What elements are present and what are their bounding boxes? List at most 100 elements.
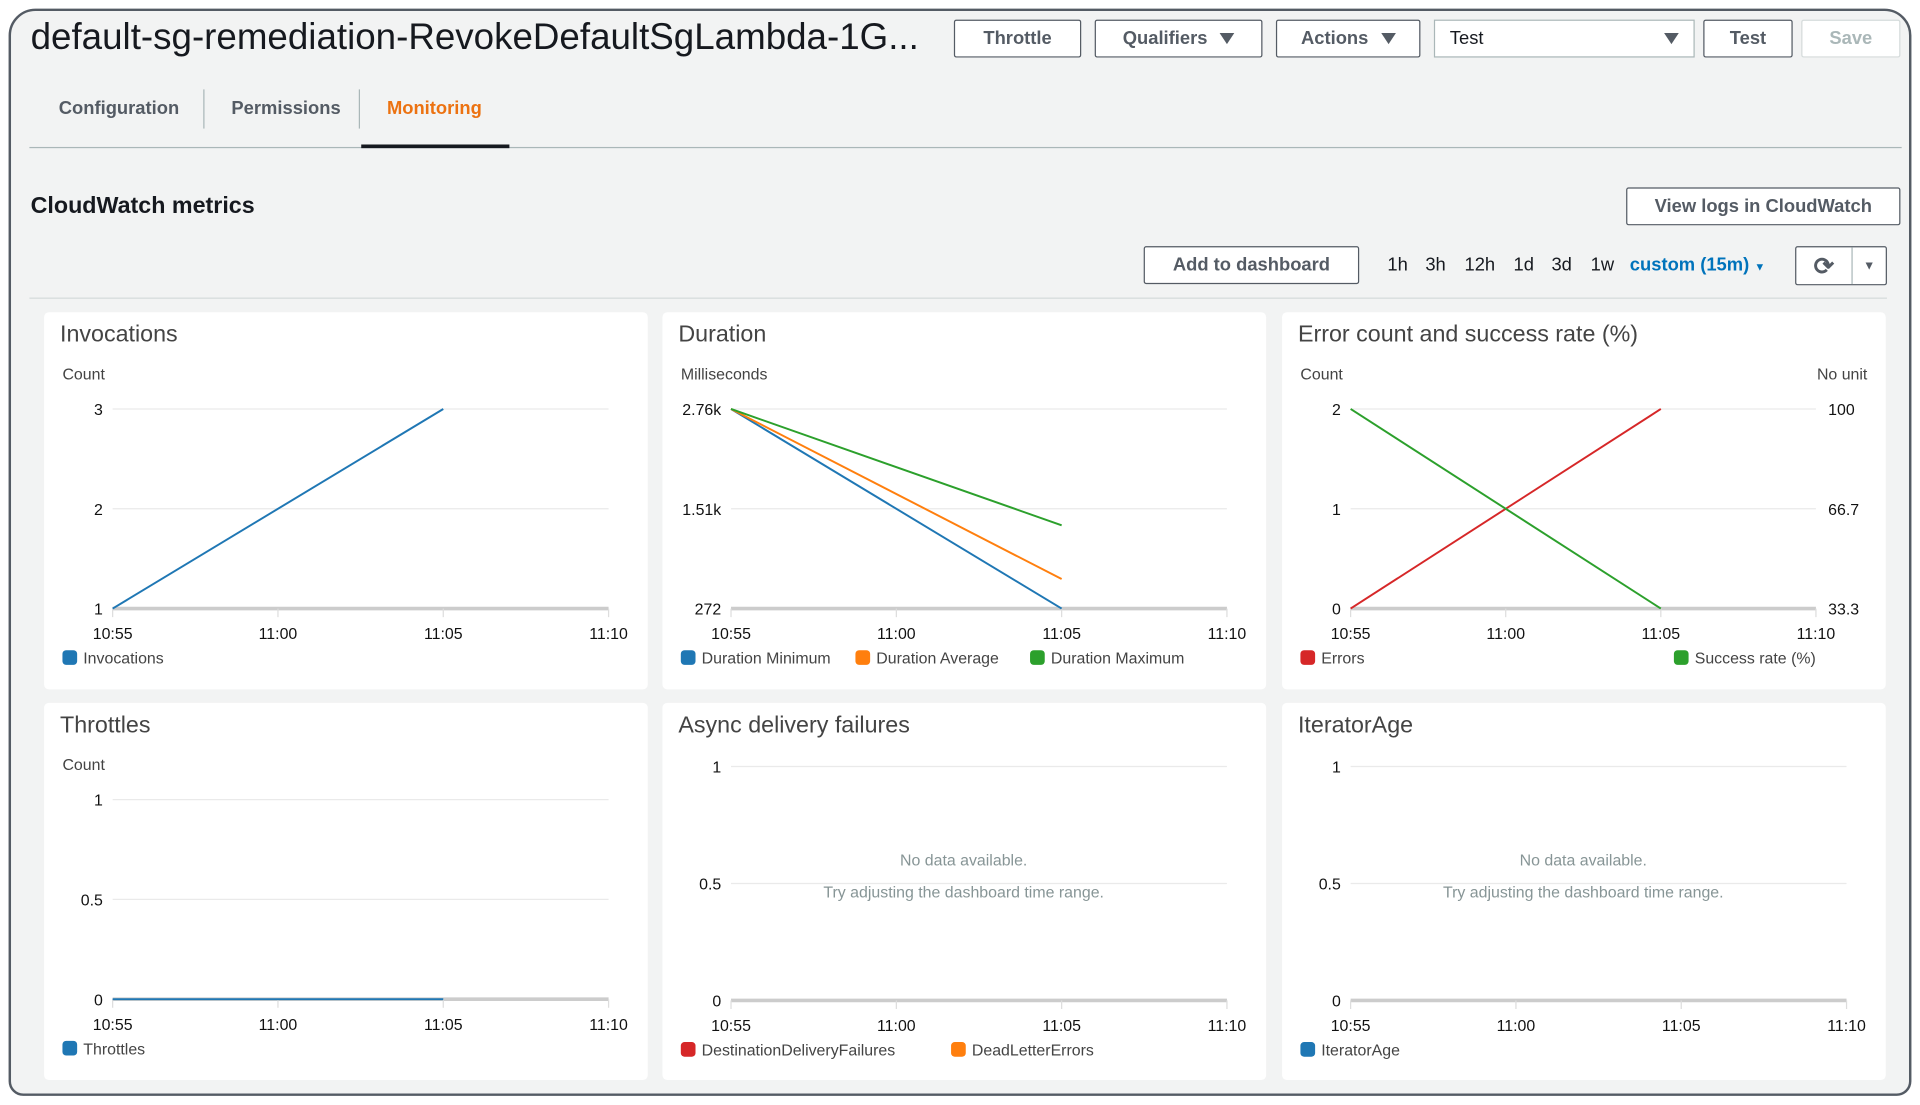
refresh-button[interactable]: ⟳ [1796,247,1853,285]
y-tick-label-right: 33.3 [1828,602,1859,619]
tab-monitoring[interactable]: Monitoring [387,98,482,119]
actions-label: Actions [1301,28,1369,49]
test-button[interactable]: Test [1703,19,1793,58]
legend-swatch [62,650,78,665]
x-tick-label: 10:55 [711,1018,751,1035]
y-tick-label: 0.5 [1319,877,1341,894]
legend-swatch [62,1040,78,1056]
view-logs-label: View logs in CloudWatch [1654,195,1872,217]
legend-item[interactable]: IteratorAge [1300,1042,1400,1060]
legend-swatch [951,1042,966,1057]
x-tick-label: 11:05 [1642,626,1681,643]
legend-swatch [680,650,696,665]
view-logs-button[interactable]: View logs in CloudWatch [1626,187,1901,226]
legend-label: Duration Minimum [702,651,831,668]
x-tick-label: 11:05 [1042,626,1081,643]
y-tick-label: 1 [94,793,103,810]
refresh-icon: ⟳ [1813,252,1835,280]
save-label: Save [1829,28,1873,49]
legend-label: Duration Average [876,651,999,668]
legend-swatch [1673,650,1689,665]
x-tick-label: 11:00 [877,626,916,643]
legend-label: Errors [1321,651,1364,668]
range-custom[interactable]: custom (15m) ▼ [1630,255,1765,276]
legend-label: Invocations [83,651,164,668]
legend-swatch [1300,1042,1316,1057]
x-tick-label: 11:10 [1208,1018,1247,1035]
range-3d[interactable]: 3d [1551,255,1571,276]
legend-label: Duration Maximum [1051,651,1184,668]
refresh-options-dropdown[interactable]: ▼ [1853,247,1886,284]
y-axis-label: Count [1300,367,1343,384]
range-3h[interactable]: 3h [1425,255,1445,276]
tab-configuration[interactable]: Configuration [59,98,179,119]
actions-dropdown[interactable]: Actions [1275,19,1421,58]
x-tick-label: 11:10 [589,626,628,643]
add-to-dashboard-button[interactable]: Add to dashboard [1143,246,1360,285]
y-tick-label: 2 [94,502,103,519]
section-title: CloudWatch metrics [30,193,255,220]
y-tick-label: 1 [1332,502,1341,519]
tab-divider [203,89,205,129]
tab-permissions[interactable]: Permissions [231,98,340,119]
x-tick-label: 11:00 [1486,626,1525,643]
caret-down-icon [1380,33,1396,45]
y-tick-label-right: 66.7 [1828,502,1859,519]
legend-item[interactable]: Errors [1300,650,1365,668]
y-tick-label: 3 [94,402,103,419]
x-tick-label: 10:55 [93,1017,133,1034]
x-tick-label: 11:05 [424,626,463,643]
error-success-widget: Error count and success rate (%) Count No … [1282,312,1886,690]
y-axis-label-right: No unit [1817,367,1868,384]
x-tick-label: 11:00 [877,1018,916,1035]
legend-swatch [1030,650,1045,665]
active-tab-indicator [361,144,510,149]
duration-widget: Duration Milliseconds 2.76k 1.51k 272 10:55 11… [662,312,1267,690]
invocations-widget: Invocations Count 3 2 1 10:55 11:00 11:05 11:10 I… [44,312,648,690]
y-tick-label: 0 [1332,602,1341,619]
legend-item[interactable]: Duration Minimum [680,650,831,668]
y-tick-label: 1.51k [682,502,721,519]
legend-item[interactable]: DeadLetterErrors [951,1042,1094,1060]
save-button[interactable]: Save [1801,19,1901,58]
legend-swatch [855,650,871,665]
legend-item[interactable]: Duration Average [855,650,999,668]
iterator-age-widget: IteratorAge 1 0.5 0 10:55 11:00 11:05 11:10 Iter… [1282,702,1886,1081]
chart-svg: Count No unit 2 100 1 66.7 0 33.3 10:55 11:00 11:0… [1300,367,1868,668]
y-tick-label: 2.76k [682,402,721,419]
throttle-button[interactable]: Throttle [953,19,1082,58]
x-tick-label: 11:05 [1042,1018,1081,1035]
range-12h[interactable]: 12h [1465,255,1496,276]
y-tick-label: 0 [712,994,721,1011]
x-tick-label: 11:10 [1797,626,1836,643]
x-tick-label: 10:55 [1331,626,1371,643]
no-data-message: No data available. [1520,853,1647,870]
x-tick-label: 11:05 [1662,1018,1701,1035]
legend-label: IteratorAge [1321,1043,1400,1060]
range-1d[interactable]: 1d [1513,255,1533,276]
legend-item[interactable]: Throttles [62,1040,145,1058]
function-name-title: default-sg-remediation-RevokeDefaultSgLa… [30,17,919,58]
range-1w[interactable]: 1w [1591,255,1614,276]
y-tick-label: 0.5 [81,893,103,910]
legend-item[interactable]: Duration Maximum [1030,650,1184,668]
legend-item[interactable]: DestinationDeliveryFailures [680,1042,895,1060]
x-tick-label: 11:05 [424,1017,463,1034]
x-tick-label: 11:00 [1497,1018,1536,1035]
throttles-widget: Throttles Count 1 0.5 0 10:55 11:00 11:05 11:10 T… [44,702,648,1081]
legend-item[interactable]: Success rate (%) [1673,650,1816,668]
caret-down-icon [1664,33,1679,45]
range-1h[interactable]: 1h [1387,255,1407,276]
y-axis-label: Milliseconds [681,367,768,384]
test-event-select[interactable]: Test [1433,19,1695,58]
legend-label: Throttles [83,1041,145,1058]
legend-label: DeadLetterErrors [972,1043,1094,1060]
refresh-button-group: ⟳ ▼ [1795,246,1887,286]
qualifiers-dropdown[interactable]: Qualifiers [1094,19,1263,58]
x-tick-label: 11:10 [589,1017,628,1034]
test-label: Test [1729,28,1767,49]
x-tick-label: 10:55 [93,626,133,643]
legend-item[interactable]: Invocations [62,650,164,668]
series-line-duration-average [730,408,1063,580]
caret-down-icon: ▼ [1754,260,1766,274]
